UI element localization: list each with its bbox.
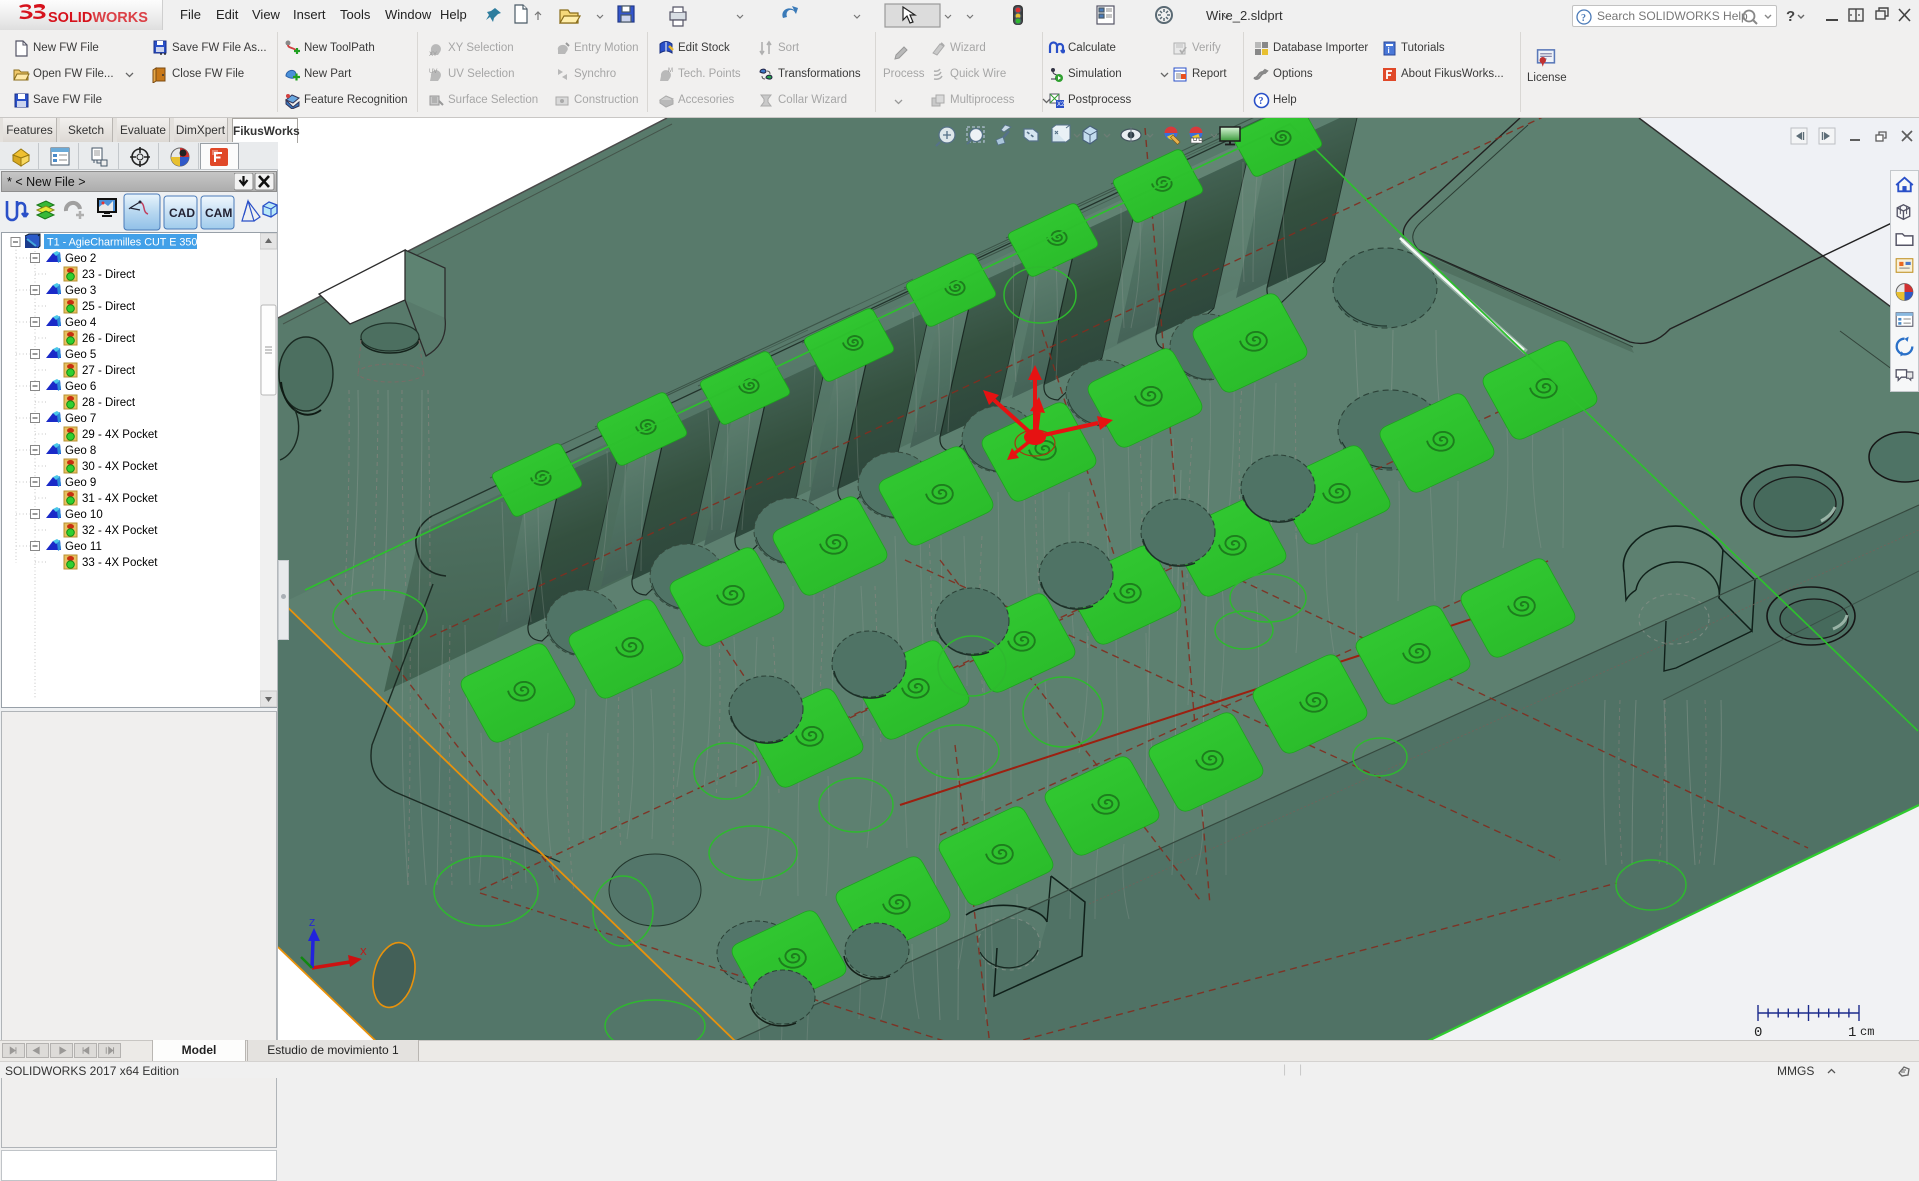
svg-text:Geo 7: Geo 7 bbox=[65, 413, 96, 425]
svg-text:1: 1 bbox=[1848, 1025, 1856, 1041]
svg-text:Geo 8: Geo 8 bbox=[65, 445, 96, 457]
svg-text:X: X bbox=[360, 947, 367, 958]
svg-text:Geo 4: Geo 4 bbox=[65, 317, 97, 329]
svg-text:23 - Direct: 23 - Direct bbox=[82, 269, 136, 281]
svg-text:Geo 11: Geo 11 bbox=[65, 541, 102, 553]
svg-text:?: ? bbox=[1259, 96, 1264, 107]
svg-text:i: i bbox=[1388, 46, 1390, 55]
svg-text:?: ? bbox=[1581, 13, 1586, 24]
svg-text:UV: UV bbox=[429, 69, 437, 75]
svg-text:CAD: CAD bbox=[169, 206, 195, 220]
svg-text:25 - Direct: 25 - Direct bbox=[82, 301, 136, 313]
svg-text:31 - 4X Pocket: 31 - 4X Pocket bbox=[82, 493, 158, 505]
svg-text:XY: XY bbox=[429, 52, 437, 57]
svg-text:T1 - AgieCharmilles CUT E 350: T1 - AgieCharmilles CUT E 350 bbox=[47, 237, 197, 249]
svg-text:Geo 3: Geo 3 bbox=[65, 285, 96, 297]
svg-text:32 - 4X Pocket: 32 - 4X Pocket bbox=[82, 525, 158, 537]
svg-text:0: 0 bbox=[1754, 1025, 1762, 1041]
svg-text:Geo 5: Geo 5 bbox=[65, 349, 96, 361]
svg-text:Z: Z bbox=[309, 918, 315, 929]
svg-text:27 - Direct: 27 - Direct bbox=[82, 365, 136, 377]
svg-text:Geo 2: Geo 2 bbox=[65, 253, 96, 265]
svg-text:X2: X2 bbox=[1057, 102, 1065, 108]
svg-text:Geo 9: Geo 9 bbox=[65, 477, 96, 489]
svg-text:29 - 4X Pocket: 29 - 4X Pocket bbox=[82, 429, 158, 441]
svg-text:CAM: CAM bbox=[205, 206, 232, 220]
svg-text:?: ? bbox=[1786, 8, 1795, 25]
svg-text:Geo 6: Geo 6 bbox=[65, 381, 96, 393]
svg-text:28 - Direct: 28 - Direct bbox=[82, 397, 136, 409]
svg-text:Geo 10: Geo 10 bbox=[65, 509, 103, 521]
svg-text:M: M bbox=[668, 68, 673, 74]
svg-text:cm: cm bbox=[1860, 1025, 1874, 1039]
svg-text:26 - Direct: 26 - Direct bbox=[82, 333, 136, 345]
svg-text:33 - 4X Pocket: 33 - 4X Pocket bbox=[82, 557, 158, 569]
svg-text:30 - 4X Pocket: 30 - 4X Pocket bbox=[82, 461, 158, 473]
svg-text:SOLIDWORKS: SOLIDWORKS bbox=[48, 10, 148, 26]
